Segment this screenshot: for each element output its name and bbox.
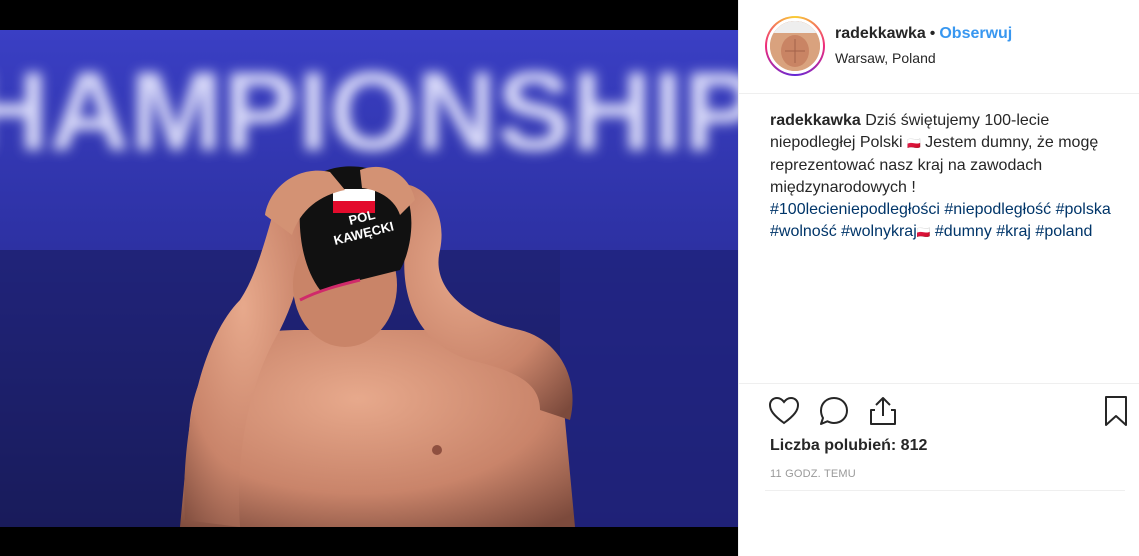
save-button[interactable]	[1099, 394, 1133, 428]
location-link[interactable]: Warsaw, Poland	[835, 50, 936, 66]
likes-count[interactable]: Liczba polubień: 812	[770, 437, 927, 455]
comment-bubble-icon	[820, 397, 848, 425]
poland-flag-emoji: 🇵🇱	[916, 227, 931, 239]
caption-hashtags: #100lecieniepodległości #niepodległość #…	[770, 201, 1111, 240]
avatar[interactable]	[767, 18, 823, 74]
poland-flag-emoji: 🇵🇱	[906, 138, 921, 150]
instagram-post: CHAMPIONSHIPS POL KAWĘCKI	[0, 0, 1139, 556]
avatar-image	[770, 21, 820, 71]
bookmark-outline-icon	[1105, 396, 1127, 426]
like-button[interactable]	[767, 394, 801, 428]
swimmer-photo-illustration: CHAMPIONSHIPS POL KAWĘCKI	[0, 0, 738, 556]
heart-outline-icon	[768, 396, 800, 425]
comment-button[interactable]	[817, 394, 851, 428]
post-header: radekkawka • Obserwuj Warsaw, Poland	[739, 0, 1139, 94]
separator-dot: •	[929, 25, 936, 42]
divider	[765, 490, 1125, 491]
hashtag-link[interactable]: #dumny	[935, 223, 992, 240]
post-sidebar: radekkawka • Obserwuj Warsaw, Poland radek…	[738, 0, 1139, 556]
post-caption: radekkawka Dziś świętujemy 100-lecie nie…	[770, 110, 1120, 244]
share-upload-icon	[870, 397, 896, 425]
post-actions-bar	[739, 383, 1139, 443]
caption-username[interactable]: radekkawka	[770, 112, 861, 129]
hashtag-link[interactable]: #polska	[1056, 201, 1111, 218]
header-username[interactable]: radekkawka	[835, 25, 926, 42]
banner-text: CHAMPIONSHIPS	[0, 49, 738, 174]
hashtag-link[interactable]: #100lecieniepodległości	[770, 201, 940, 218]
post-photo[interactable]: CHAMPIONSHIPS POL KAWĘCKI	[0, 0, 738, 556]
post-timestamp[interactable]: 11 GODZ. TEMU	[770, 468, 856, 480]
hashtag-link[interactable]: #niepodległość	[944, 201, 1051, 218]
hashtag-link[interactable]: #poland	[1035, 223, 1092, 240]
avatar-story-ring[interactable]	[765, 16, 825, 76]
share-button[interactable]	[866, 394, 900, 428]
hashtag-link-text: #wolnykraj	[841, 223, 917, 240]
follow-button[interactable]: Obserwuj	[939, 25, 1012, 42]
hashtag-link[interactable]: #wolność	[770, 223, 837, 240]
hashtag-link[interactable]: #kraj	[996, 223, 1031, 240]
header-username-row: radekkawka • Obserwuj	[835, 25, 1012, 43]
hashtag-link[interactable]: #wolnykraj🇵🇱	[841, 223, 930, 240]
